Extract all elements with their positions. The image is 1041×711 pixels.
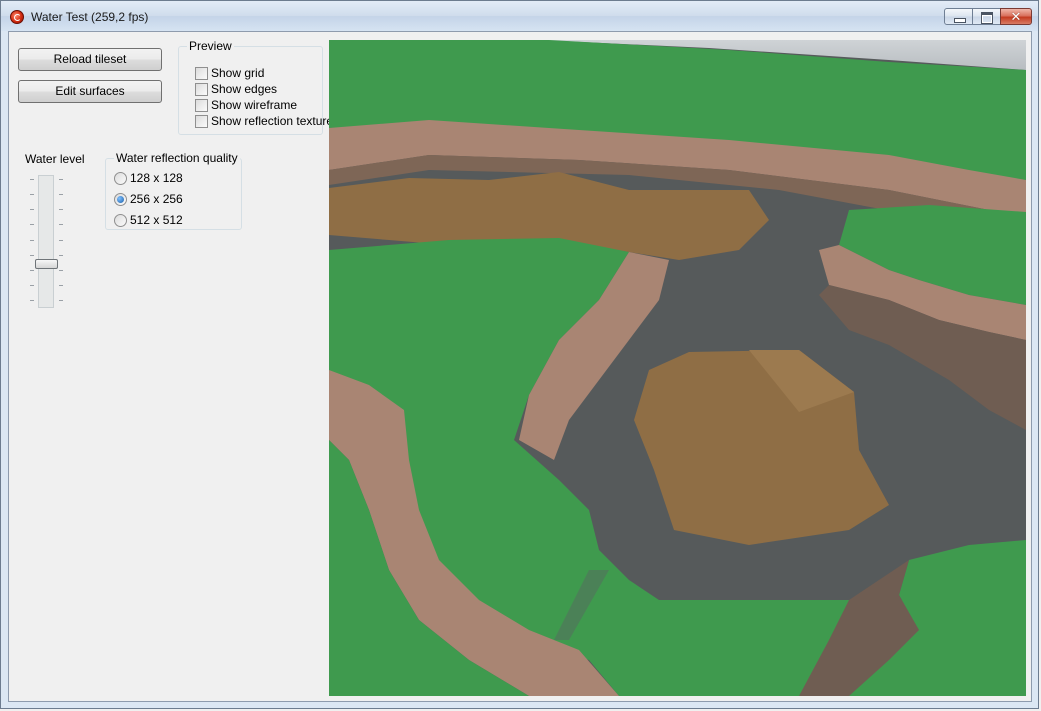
radio-button[interactable]	[114, 214, 127, 227]
minimize-icon	[954, 18, 966, 23]
checkbox-box[interactable]	[195, 99, 208, 112]
slider-tick	[59, 224, 63, 225]
slider-tick	[59, 285, 63, 286]
slider-tick	[30, 255, 34, 256]
water-level-label: Water level	[25, 152, 85, 166]
checkbox-label: Show reflection texture	[211, 114, 334, 128]
reflection-quality-group: Water reflection quality 128 x 128 256 x…	[105, 151, 242, 230]
radio-label: 128 x 128	[130, 171, 183, 185]
title-bar[interactable]: Water Test (259,2 fps) ✕	[1, 1, 1038, 31]
preview-group-label: Preview	[187, 39, 234, 53]
checkbox-box[interactable]	[195, 115, 208, 128]
slider-tick	[30, 224, 34, 225]
slider-tick	[59, 194, 63, 195]
slider-tick	[59, 179, 63, 180]
checkbox-box[interactable]	[195, 83, 208, 96]
maximize-icon	[981, 12, 993, 24]
water-level-slider-track[interactable]	[38, 175, 54, 308]
client-area: Reload tileset Edit surfaces Preview Sho…	[8, 31, 1032, 702]
slider-tick	[30, 300, 34, 301]
slider-tick	[30, 270, 34, 271]
checkbox-label: Show wireframe	[211, 98, 298, 112]
window-title: Water Test (259,2 fps)	[31, 10, 149, 24]
slider-tick	[59, 270, 63, 271]
water-level-slider-thumb[interactable]	[35, 259, 58, 269]
slider-tick	[30, 285, 34, 286]
radio-button-selected[interactable]	[114, 193, 127, 206]
edit-surfaces-button[interactable]: Edit surfaces	[18, 80, 162, 103]
slider-tick	[59, 240, 63, 241]
app-window: Water Test (259,2 fps) ✕ Reload tileset …	[0, 0, 1039, 709]
close-icon: ✕	[1010, 9, 1022, 24]
caption-buttons: ✕	[944, 8, 1032, 27]
checkbox-label: Show edges	[211, 82, 278, 96]
app-icon[interactable]	[10, 10, 24, 24]
slider-tick	[30, 194, 34, 195]
slider-tick	[30, 179, 34, 180]
reflection-quality-group-label: Water reflection quality	[114, 151, 240, 165]
close-button[interactable]: ✕	[1000, 8, 1032, 25]
maximize-button[interactable]	[972, 8, 1001, 25]
slider-tick	[59, 209, 63, 210]
minimize-button[interactable]	[944, 8, 973, 25]
slider-tick	[59, 255, 63, 256]
radio-label: 512 x 512	[130, 213, 183, 227]
slider-tick	[30, 240, 34, 241]
reload-tileset-button[interactable]: Reload tileset	[18, 48, 162, 71]
checkbox-box[interactable]	[195, 67, 208, 80]
preview-group: Preview Show grid Show edges Show wirefr…	[178, 39, 333, 135]
slider-tick	[59, 300, 63, 301]
checkbox-label: Show grid	[211, 66, 265, 80]
radio-button[interactable]	[114, 172, 127, 185]
terrain-render	[329, 40, 1026, 696]
slider-tick	[30, 209, 34, 210]
terrain-3d-viewport[interactable]	[329, 40, 1026, 696]
radio-label: 256 x 256	[130, 192, 183, 206]
